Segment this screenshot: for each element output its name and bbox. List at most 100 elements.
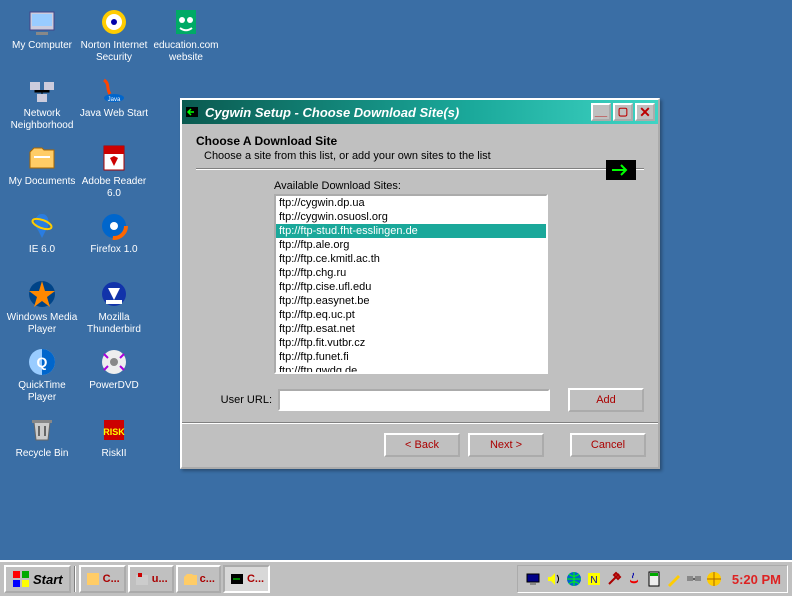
app-icon — [98, 278, 130, 310]
icon-label: education.com website — [150, 40, 222, 64]
cancel-button[interactable]: Cancel — [570, 433, 646, 457]
site-option[interactable]: ftp://ftp.cise.ufl.edu — [276, 280, 546, 294]
app-icon — [26, 278, 58, 310]
site-option[interactable]: ftp://ftp.fit.vutbr.cz — [276, 336, 546, 350]
tray-tool-icon[interactable] — [606, 571, 622, 587]
icon-label: Java Web Start — [78, 108, 150, 120]
app-icon: Java — [98, 74, 130, 106]
icon-label: Windows Media Player — [6, 312, 78, 336]
user-url-label: User URL: — [216, 394, 272, 406]
site-option[interactable]: ftp://ftp.ale.org — [276, 238, 546, 252]
download-sites-list[interactable]: ftp://cygwin.dp.uaftp://cygwin.osuosl.or… — [274, 194, 548, 374]
site-option[interactable]: ftp://ftp.ce.kmitl.ac.th — [276, 252, 546, 266]
taskbar-app-label: u... — [152, 573, 168, 585]
desktop-icon[interactable]: My Documents — [6, 142, 78, 188]
separator — [196, 168, 644, 170]
add-button[interactable]: Add — [568, 388, 644, 412]
cygwin-setup-dialog: Cygwin Setup - Choose Download Site(s) _… — [180, 98, 660, 469]
taskbar-app-button[interactable]: u... — [128, 565, 174, 593]
app-icon — [98, 142, 130, 174]
tray-java-icon[interactable] — [626, 571, 642, 587]
taskbar: Start C... u... c... C... N 5:20 PM — [0, 560, 792, 596]
desktop-icon[interactable]: Norton Internet Security — [78, 6, 150, 64]
window-title: Cygwin Setup - Choose Download Site(s) — [205, 105, 589, 120]
icon-label: Norton Internet Security — [78, 40, 150, 64]
dialog-body: Choose A Download Site Choose a site fro… — [182, 124, 658, 422]
site-option[interactable]: ftp://ftp.chg.ru — [276, 266, 546, 280]
taskbar-app-button[interactable]: C... — [223, 565, 270, 593]
titlebar[interactable]: Cygwin Setup - Choose Download Site(s) _… — [182, 100, 658, 124]
app-icon — [98, 210, 130, 242]
tray-network-icon[interactable] — [686, 571, 702, 587]
taskbar-app-button[interactable]: C... — [79, 565, 126, 593]
icon-label: PowerDVD — [78, 380, 150, 392]
site-option[interactable]: ftp://cygwin.osuosl.org — [276, 210, 546, 224]
icon-label: QuickTime Player — [6, 380, 78, 404]
desktop-icon[interactable]: Mozilla Thunderbird — [78, 278, 150, 336]
icon-label: Network Neighborhood — [6, 108, 78, 132]
back-button[interactable]: < Back — [384, 433, 460, 457]
app-icon: Q — [26, 346, 58, 378]
site-option[interactable]: ftp://ftp.easynet.be — [276, 294, 546, 308]
taskbar-app-button[interactable]: c... — [176, 565, 221, 593]
site-option[interactable]: ftp://ftp-stud.fht-esslingen.de — [276, 224, 546, 238]
site-option[interactable]: ftp://ftp.gwdg.de — [276, 364, 546, 374]
site-option[interactable]: ftp://cygwin.dp.ua — [276, 196, 546, 210]
desktop-icon[interactable]: Adobe Reader 6.0 — [78, 142, 150, 200]
tray-display-icon[interactable] — [526, 571, 542, 587]
desktop-icon[interactable]: Recycle Bin — [6, 414, 78, 460]
desktop-icon[interactable]: Java Java Web Start — [78, 74, 150, 120]
desktop-icon[interactable]: PowerDVD — [78, 346, 150, 392]
app-icon — [170, 6, 202, 38]
svg-text:N: N — [590, 575, 597, 586]
sites-list-label: Available Download Sites: — [274, 180, 644, 192]
taskbar-app-icon — [134, 571, 150, 587]
desktop-icon[interactable]: QQuickTime Player — [6, 346, 78, 404]
app-icon — [26, 414, 58, 446]
taskbar-app-icon — [229, 571, 245, 587]
tray-antivirus-icon[interactable]: N — [586, 571, 602, 587]
subline: Choose a site from this list, or add you… — [204, 150, 644, 162]
site-option[interactable]: ftp://ftp.eq.uc.pt — [276, 308, 546, 322]
start-label: Start — [33, 572, 63, 587]
svg-text:Java: Java — [108, 97, 121, 103]
app-icon — [26, 74, 58, 106]
windows-flag-icon — [12, 570, 30, 588]
maximize-button[interactable]: ▢ — [613, 103, 633, 121]
desktop-icon[interactable]: Firefox 1.0 — [78, 210, 150, 256]
start-button[interactable]: Start — [4, 565, 71, 593]
app-icon — [26, 142, 58, 174]
app-icon — [98, 346, 130, 378]
taskbar-separator — [74, 566, 76, 592]
taskbar-app-icon — [182, 571, 198, 587]
cygwin-logo-icon — [606, 160, 638, 180]
desktop-icon[interactable]: education.com website — [150, 6, 222, 64]
icon-label: Recycle Bin — [6, 448, 78, 460]
taskbar-app-label: c... — [200, 573, 215, 585]
app-icon — [26, 6, 58, 38]
icon-label: Mozilla Thunderbird — [78, 312, 150, 336]
tray-globe2-icon[interactable] — [706, 571, 722, 587]
minimize-button[interactable]: __ — [591, 103, 611, 121]
icon-label: My Documents — [6, 176, 78, 188]
taskbar-app-icon — [85, 571, 101, 587]
tray-pen-icon[interactable] — [666, 571, 682, 587]
user-url-input[interactable] — [278, 389, 550, 411]
taskbar-clock[interactable]: 5:20 PM — [732, 572, 781, 587]
tray-calc-icon[interactable] — [646, 571, 662, 587]
headline: Choose A Download Site — [196, 134, 644, 148]
site-option[interactable]: ftp://ftp.esat.net — [276, 322, 546, 336]
next-button[interactable]: Next > — [468, 433, 544, 457]
desktop-icon[interactable]: IE 6.0 — [6, 210, 78, 256]
desktop-icon[interactable]: Windows Media Player — [6, 278, 78, 336]
system-tray: N 5:20 PM — [517, 565, 788, 593]
tray-volume-icon[interactable] — [546, 571, 562, 587]
desktop-icon[interactable]: My Computer — [6, 6, 78, 52]
tray-globe-icon[interactable] — [566, 571, 582, 587]
app-icon — [26, 210, 58, 242]
app-icon — [98, 6, 130, 38]
site-option[interactable]: ftp://ftp.funet.fi — [276, 350, 546, 364]
close-button[interactable]: ✕ — [635, 103, 655, 121]
desktop-icon[interactable]: Network Neighborhood — [6, 74, 78, 132]
desktop-icon[interactable]: RISKRiskII — [78, 414, 150, 460]
